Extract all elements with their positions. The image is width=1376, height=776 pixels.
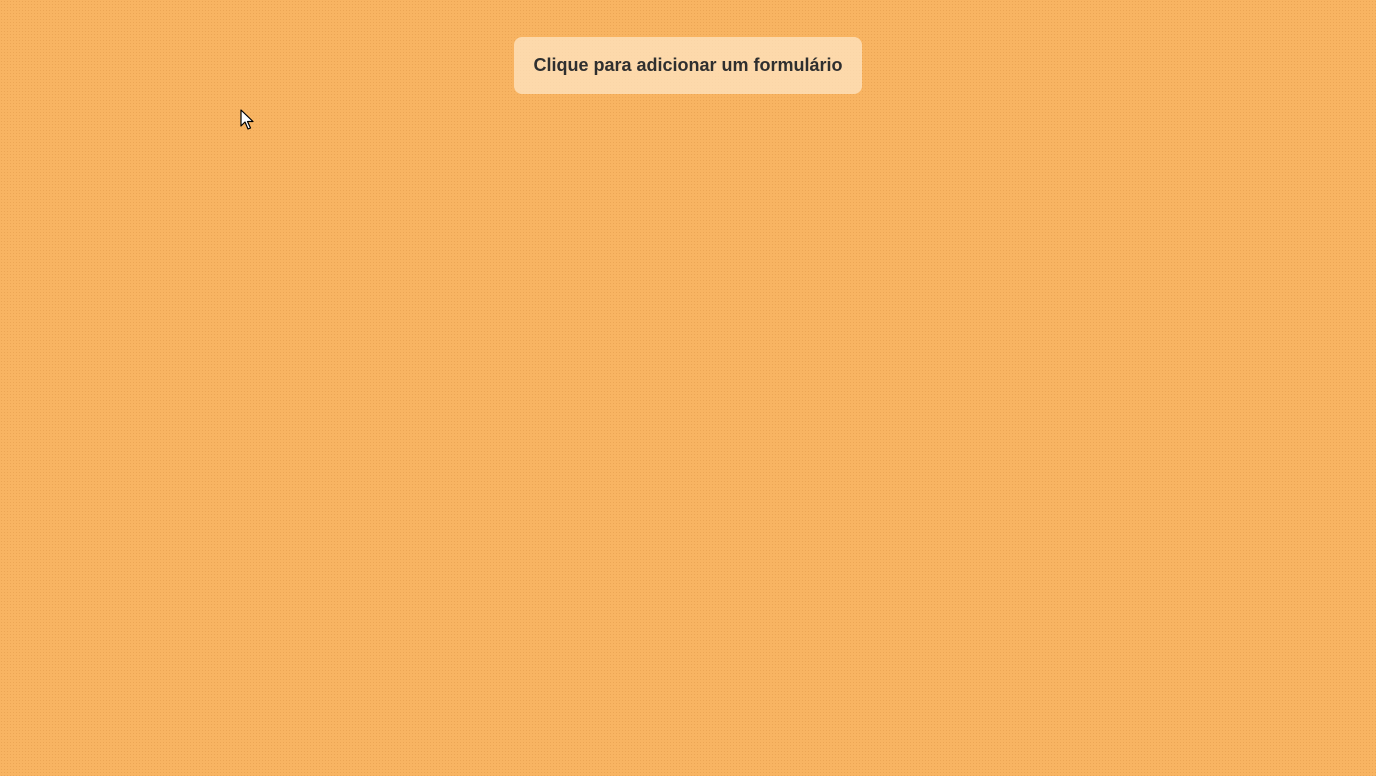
add-form-button[interactable]: Clique para adicionar um formulário xyxy=(514,37,862,94)
mouse-pointer-icon xyxy=(240,109,256,131)
page-canvas: Clique para adicionar um formulário xyxy=(0,0,1376,776)
